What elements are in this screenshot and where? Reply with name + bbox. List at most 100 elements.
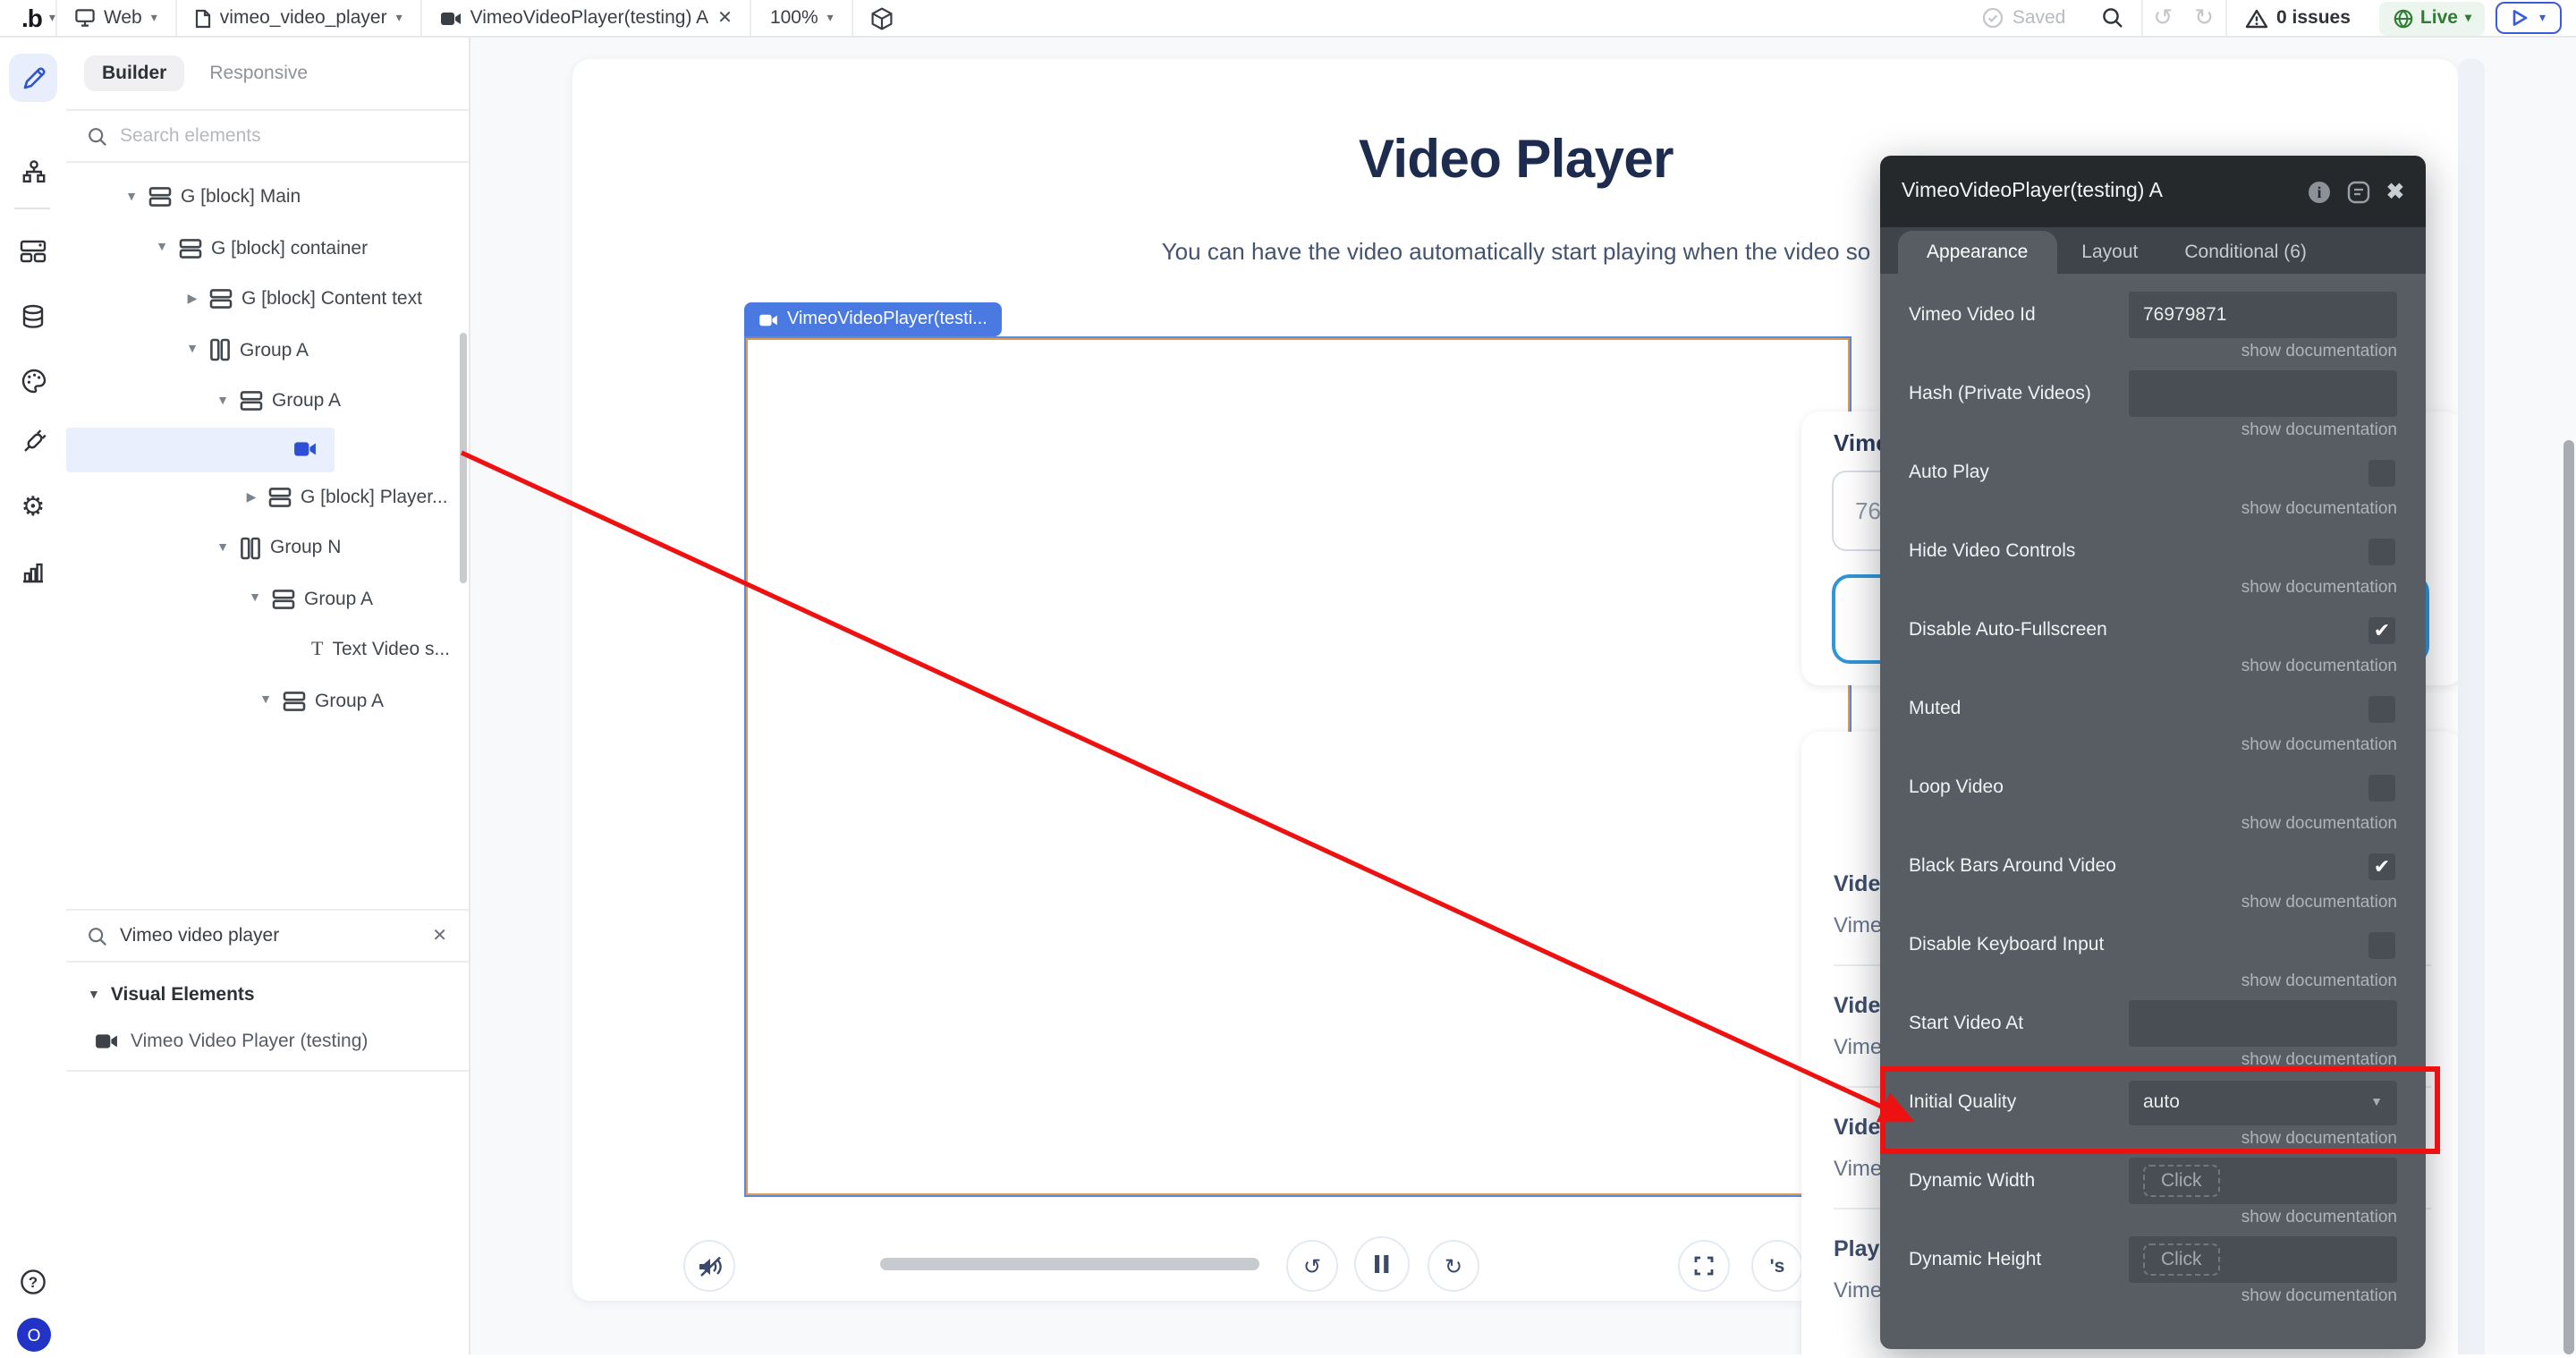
tree-item-g-block-main[interactable]: ▼G [block] Main: [66, 172, 469, 223]
caret-right-icon[interactable]: ▶: [184, 293, 200, 307]
show-documentation-link[interactable]: show documentation: [1909, 972, 2397, 991]
tree-item-group-a[interactable]: ▼Group A: [66, 325, 469, 376]
show-documentation-link[interactable]: show documentation: [1909, 735, 2397, 755]
show-documentation-link[interactable]: show documentation: [1909, 420, 2397, 440]
rail-edit-pencil-icon[interactable]: [9, 54, 57, 102]
inspector-header[interactable]: VimeoVideoPlayer(testing) A i ✖: [1880, 156, 2426, 227]
fullscreen-button[interactable]: [1678, 1240, 1730, 1292]
help-question-icon[interactable]: ?: [9, 1258, 57, 1306]
palette-search[interactable]: Vimeo video player ✕: [66, 909, 469, 963]
checkbox[interactable]: [2368, 931, 2395, 958]
window-scrollbar[interactable]: [2563, 440, 2574, 1354]
inspector-tab-layout[interactable]: Layout: [2060, 231, 2159, 274]
checkbox[interactable]: [2368, 538, 2395, 564]
video-progress-bar[interactable]: [880, 1258, 1259, 1270]
logo-chevron-down-icon[interactable]: ▾: [49, 11, 55, 25]
caret-down-icon[interactable]: ▼: [247, 593, 263, 606]
caret-down-icon[interactable]: ▼: [258, 695, 274, 708]
tree-item-group-n[interactable]: ▼Group N: [66, 522, 469, 573]
show-documentation-link[interactable]: show documentation: [1909, 657, 2397, 676]
show-documentation-link[interactable]: show documentation: [1909, 342, 2397, 361]
inspector-tab-conditional-6[interactable]: Conditional (6): [2163, 231, 2328, 274]
search-button[interactable]: [2083, 0, 2140, 36]
tree-item-vimeovideopla[interactable]: VimeoVideoPla...: [66, 427, 335, 471]
preview-button[interactable]: ▾: [2496, 2, 2562, 34]
text-input[interactable]: 76979871: [2129, 292, 2397, 338]
show-documentation-link[interactable]: show documentation: [1909, 814, 2397, 834]
live-dropdown[interactable]: Live ▾: [2379, 1, 2486, 35]
caret-down-icon[interactable]: ▼: [215, 395, 231, 408]
issues-indicator[interactable]: 0 issues: [2226, 0, 2368, 36]
speed-button[interactable]: 's: [1751, 1240, 1803, 1292]
tab-responsive[interactable]: Responsive: [195, 55, 322, 90]
click-chip[interactable]: Click: [2143, 1165, 2220, 1197]
checkbox[interactable]: ✔: [2368, 853, 2395, 879]
warning-triangle-icon: [2244, 8, 2267, 28]
caret-down-icon[interactable]: ▼: [184, 344, 200, 357]
visual-elements-header[interactable]: ▼ Visual Elements: [66, 963, 469, 1016]
rail-palette-icon[interactable]: [9, 356, 57, 404]
rail-sitemap-icon[interactable]: [9, 147, 57, 195]
dynamic-input[interactable]: Click: [2129, 1236, 2397, 1283]
palette-item-vimeo-player[interactable]: Vimeo Video Player (testing): [66, 1016, 469, 1072]
text-input[interactable]: [2129, 1000, 2397, 1047]
close-tab-icon[interactable]: ✕: [717, 8, 733, 28]
pause-button[interactable]: [1354, 1236, 1410, 1292]
user-avatar[interactable]: O: [9, 1310, 57, 1358]
tab-builder[interactable]: Builder: [84, 55, 184, 90]
caret-down-icon[interactable]: ▼: [123, 191, 140, 204]
checkbox[interactable]: [2368, 695, 2395, 722]
mute-button[interactable]: [683, 1240, 735, 1292]
undo-button[interactable]: ↺: [2142, 4, 2183, 31]
redo-button[interactable]: ↻: [2183, 4, 2224, 31]
vimeo-video-element[interactable]: [744, 336, 1852, 1197]
show-documentation-link[interactable]: show documentation: [1909, 1050, 2397, 1070]
select-dropdown[interactable]: auto▼: [2129, 1080, 2397, 1125]
checkbox[interactable]: [2368, 774, 2395, 801]
caret-down-icon[interactable]: ▼: [154, 242, 170, 255]
zoom-dropdown[interactable]: 100% ▾: [752, 0, 852, 36]
monitor-icon: [75, 9, 95, 27]
tree-item-group-a[interactable]: ▼Group A: [66, 675, 469, 726]
close-icon[interactable]: ✖: [2386, 179, 2404, 204]
inspector-tab-appearance[interactable]: Appearance: [1898, 231, 2056, 274]
tree-item-text-video-s[interactable]: TText Video s...: [66, 624, 469, 675]
tree-item-g-block-content-text[interactable]: ▶G [block] Content text: [66, 274, 469, 325]
click-chip[interactable]: Click: [2143, 1243, 2220, 1276]
show-documentation-link[interactable]: show documentation: [1909, 578, 2397, 598]
show-documentation-link[interactable]: show documentation: [1909, 499, 2397, 519]
show-documentation-link[interactable]: show documentation: [1909, 1208, 2397, 1227]
tree-item-g-block-player[interactable]: ▶G [block] Player...: [66, 471, 469, 522]
rewind-button[interactable]: ↺: [1286, 1240, 1338, 1292]
rail-layout-frames-icon[interactable]: [9, 227, 57, 276]
tree-item-g-block-container[interactable]: ▼G [block] container: [66, 223, 469, 274]
clear-search-icon[interactable]: ✕: [432, 926, 447, 946]
selected-element-badge[interactable]: VimeoVideoPlayer(testi...: [744, 302, 1002, 336]
rail-plugin-plug-icon[interactable]: [9, 417, 57, 465]
rail-database-icon[interactable]: [9, 292, 57, 340]
show-documentation-link[interactable]: show documentation: [1909, 893, 2397, 912]
component-cube-button[interactable]: [853, 0, 911, 36]
rail-chart-bars-icon[interactable]: [9, 547, 57, 596]
element-tab[interactable]: VimeoVideoPlayer(testing) A ✕: [422, 0, 750, 36]
tree-scrollbar[interactable]: [460, 333, 467, 583]
info-icon[interactable]: i: [2308, 180, 2331, 203]
caret-right-icon[interactable]: ▶: [243, 490, 259, 505]
element-search[interactable]: Search elements: [66, 111, 469, 163]
forward-button[interactable]: ↻: [1428, 1240, 1479, 1292]
show-documentation-link[interactable]: show documentation: [1909, 1286, 2397, 1306]
platform-dropdown[interactable]: Web ▾: [57, 0, 175, 36]
checkbox[interactable]: [2368, 459, 2395, 486]
bubble-logo[interactable]: .b: [0, 4, 49, 32]
tree-item-group-a[interactable]: ▼Group A: [66, 376, 469, 427]
show-documentation-link[interactable]: show documentation: [1909, 1129, 2397, 1149]
dynamic-input[interactable]: Click: [2129, 1158, 2397, 1204]
text-input[interactable]: [2129, 370, 2397, 417]
tree-item-group-a[interactable]: ▼Group A: [66, 573, 469, 624]
checkbox[interactable]: ✔: [2368, 616, 2395, 643]
caret-down-icon[interactable]: ▼: [215, 542, 231, 555]
globe-icon: [2394, 8, 2413, 28]
notes-icon[interactable]: [2347, 180, 2370, 203]
page-tab[interactable]: vimeo_video_player ▾: [177, 0, 420, 36]
rail-settings-gear-icon[interactable]: ⚙: [9, 483, 57, 531]
